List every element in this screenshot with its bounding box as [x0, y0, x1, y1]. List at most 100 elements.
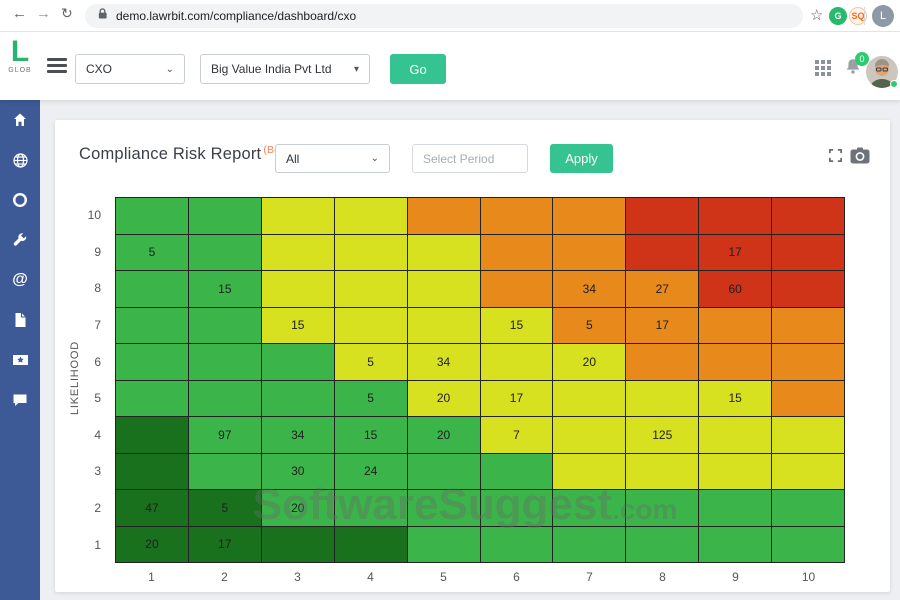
- filter-select[interactable]: All ⌄: [275, 144, 390, 173]
- heatmap-cell[interactable]: [189, 308, 262, 345]
- forward-icon[interactable]: →: [36, 5, 51, 22]
- heatmap-cell[interactable]: [481, 271, 554, 308]
- heatmap-cell[interactable]: [335, 271, 408, 308]
- heatmap-cell[interactable]: [116, 344, 189, 381]
- heatmap-cell[interactable]: [772, 344, 845, 381]
- heatmap-cell[interactable]: [481, 344, 554, 381]
- heatmap-cell[interactable]: [262, 344, 335, 381]
- heatmap-cell[interactable]: 20: [262, 490, 335, 527]
- heatmap-cell[interactable]: 20: [408, 417, 481, 454]
- heatmap-cell[interactable]: [116, 198, 189, 235]
- heatmap-cell[interactable]: 24: [335, 454, 408, 491]
- heatmap-cell[interactable]: [772, 271, 845, 308]
- heatmap-cell[interactable]: 47: [116, 490, 189, 527]
- sidebar-item-ticket[interactable]: [0, 340, 40, 380]
- heatmap-cell[interactable]: 5: [335, 344, 408, 381]
- heatmap-cell[interactable]: [772, 235, 845, 272]
- apply-button[interactable]: Apply: [550, 144, 613, 173]
- heatmap-cell[interactable]: [772, 490, 845, 527]
- heatmap-cell[interactable]: [699, 454, 772, 491]
- heatmap-cell[interactable]: [553, 381, 626, 418]
- heatmap-cell[interactable]: [626, 344, 699, 381]
- heatmap-cell[interactable]: [626, 235, 699, 272]
- sidebar-item-globe[interactable]: [0, 140, 40, 180]
- heatmap-cell[interactable]: 15: [335, 417, 408, 454]
- extension-g-icon[interactable]: G: [829, 7, 847, 25]
- fullscreen-icon[interactable]: [828, 148, 843, 168]
- heatmap-cell[interactable]: [772, 417, 845, 454]
- heatmap-cell[interactable]: 5: [116, 235, 189, 272]
- heatmap-cell[interactable]: 20: [408, 381, 481, 418]
- heatmap-cell[interactable]: [553, 198, 626, 235]
- heatmap-cell[interactable]: 20: [553, 344, 626, 381]
- heatmap-cell[interactable]: [481, 527, 554, 564]
- heatmap-cell[interactable]: 17: [189, 527, 262, 564]
- heatmap-cell[interactable]: 5: [553, 308, 626, 345]
- heatmap-cell[interactable]: [408, 527, 481, 564]
- heatmap-cell[interactable]: 15: [189, 271, 262, 308]
- app-logo[interactable]: L GLOB: [0, 32, 40, 100]
- heatmap-cell[interactable]: [626, 381, 699, 418]
- heatmap-cell[interactable]: [481, 490, 554, 527]
- heatmap-cell[interactable]: 15: [481, 308, 554, 345]
- sidebar-item-ring[interactable]: [0, 180, 40, 220]
- heatmap-cell[interactable]: 20: [116, 527, 189, 564]
- heatmap-cell[interactable]: [262, 198, 335, 235]
- heatmap-cell[interactable]: [408, 308, 481, 345]
- heatmap-cell[interactable]: [699, 198, 772, 235]
- heatmap-cell[interactable]: [408, 454, 481, 491]
- heatmap-cell[interactable]: [408, 198, 481, 235]
- heatmap-cell[interactable]: [189, 235, 262, 272]
- heatmap-cell[interactable]: [408, 271, 481, 308]
- browser-profile-avatar[interactable]: L: [872, 5, 894, 27]
- heatmap-cell[interactable]: [553, 454, 626, 491]
- sidebar-item-at-sign[interactable]: @: [0, 260, 40, 300]
- heatmap-cell[interactable]: [262, 527, 335, 564]
- heatmap-cell[interactable]: [699, 490, 772, 527]
- heatmap-cell[interactable]: [481, 454, 554, 491]
- heatmap-cell[interactable]: 7: [481, 417, 554, 454]
- heatmap-cell[interactable]: [553, 527, 626, 564]
- heatmap-cell[interactable]: [553, 235, 626, 272]
- heatmap-cell[interactable]: [772, 308, 845, 345]
- apps-grid-icon[interactable]: [815, 60, 831, 81]
- address-bar[interactable]: demo.lawrbit.com/compliance/dashboard/cx…: [85, 4, 803, 28]
- heatmap-cell[interactable]: 17: [481, 381, 554, 418]
- heatmap-cell[interactable]: [189, 381, 262, 418]
- heatmap-cell[interactable]: [553, 417, 626, 454]
- heatmap-cell[interactable]: [262, 271, 335, 308]
- heatmap-cell[interactable]: 15: [699, 381, 772, 418]
- heatmap-cell[interactable]: [626, 490, 699, 527]
- heatmap-cell[interactable]: [408, 490, 481, 527]
- heatmap-cell[interactable]: [335, 490, 408, 527]
- sidebar-item-wrench[interactable]: [0, 220, 40, 260]
- heatmap-cell[interactable]: [772, 381, 845, 418]
- heatmap-cell[interactable]: [116, 417, 189, 454]
- bookmark-star-icon[interactable]: ☆: [810, 6, 823, 24]
- company-select[interactable]: Big Value India Pvt Ltd ▾: [200, 54, 370, 84]
- heatmap-cell[interactable]: 60: [699, 271, 772, 308]
- reload-icon[interactable]: ↻: [61, 5, 73, 22]
- heatmap-cell[interactable]: 5: [335, 381, 408, 418]
- heatmap-cell[interactable]: [772, 454, 845, 491]
- heatmap-cell[interactable]: 5: [189, 490, 262, 527]
- heatmap-cell[interactable]: [626, 454, 699, 491]
- heatmap-cell[interactable]: [116, 271, 189, 308]
- heatmap-cell[interactable]: 15: [262, 308, 335, 345]
- sidebar-item-home[interactable]: [0, 100, 40, 140]
- heatmap-cell[interactable]: [335, 308, 408, 345]
- heatmap-cell[interactable]: [481, 198, 554, 235]
- heatmap-cell[interactable]: [408, 235, 481, 272]
- heatmap-cell[interactable]: [262, 235, 335, 272]
- heatmap-cell[interactable]: [626, 527, 699, 564]
- heatmap-cell[interactable]: [772, 527, 845, 564]
- heatmap-cell[interactable]: 125: [626, 417, 699, 454]
- heatmap-cell[interactable]: [189, 454, 262, 491]
- heatmap-cell[interactable]: [189, 344, 262, 381]
- camera-screenshot-icon[interactable]: [850, 147, 870, 169]
- heatmap-cell[interactable]: [699, 308, 772, 345]
- heatmap-cell[interactable]: [116, 454, 189, 491]
- heatmap-cell[interactable]: [481, 235, 554, 272]
- back-icon[interactable]: ←: [12, 5, 27, 22]
- heatmap-cell[interactable]: [699, 527, 772, 564]
